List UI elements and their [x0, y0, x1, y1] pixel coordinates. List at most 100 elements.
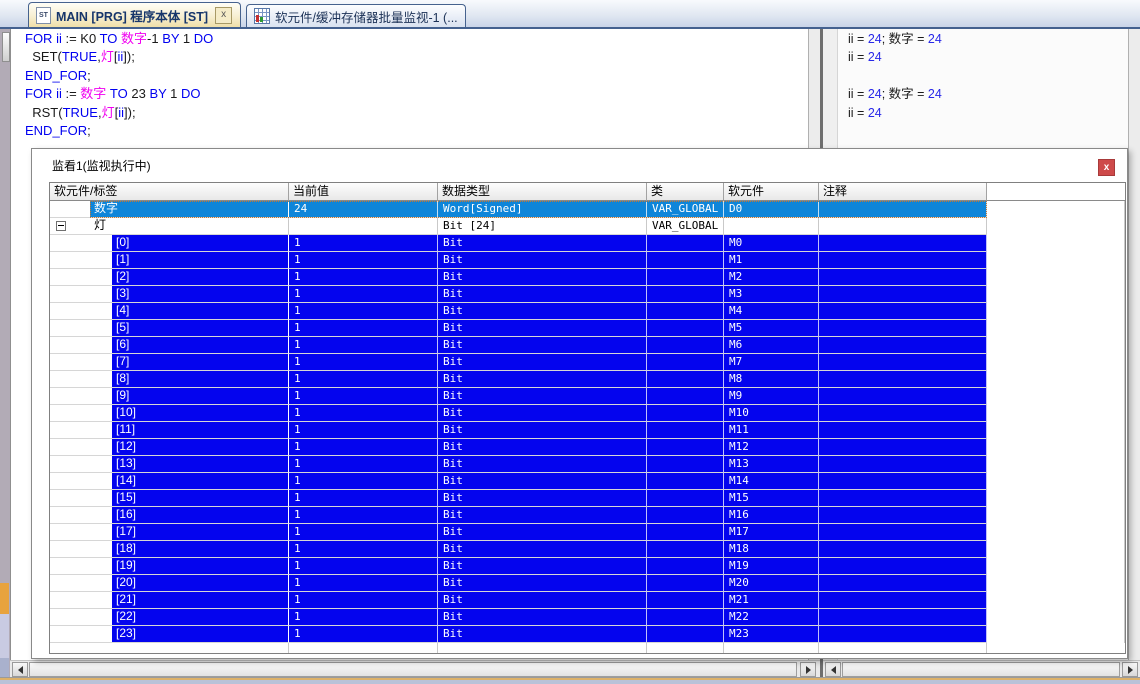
scrollbar-thumb[interactable]: [29, 662, 797, 677]
code-line: END_FOR;: [25, 67, 808, 85]
scroll-right-arrow-icon[interactable]: [800, 662, 816, 677]
class-cell: [647, 541, 724, 558]
device-cell: M19: [724, 558, 819, 575]
watch-row[interactable]: 灯Bit [24]VAR_GLOBAL: [50, 218, 1125, 235]
scrollbar-thumb[interactable]: [842, 662, 1120, 677]
watch-row[interactable]: [1]1BitM1: [50, 252, 1125, 269]
column-header[interactable]: 当前值: [289, 183, 438, 201]
current-value-cell: 1: [289, 439, 438, 456]
monitor-horizontal-scrollbar[interactable]: [823, 660, 1140, 677]
column-header[interactable]: 注释: [819, 183, 987, 201]
watch-row[interactable]: [2]1BitM2: [50, 269, 1125, 286]
class-cell: [647, 558, 724, 575]
watch-row[interactable]: [18]1BitM18: [50, 541, 1125, 558]
comment-cell: [819, 609, 987, 626]
watch-row[interactable]: [13]1BitM13: [50, 456, 1125, 473]
watch-row[interactable]: [16]1BitM16: [50, 507, 1125, 524]
watch-row[interactable]: [12]1BitM12: [50, 439, 1125, 456]
device-label-cell: [20]: [50, 575, 289, 592]
watch-row[interactable]: [0]1BitM0: [50, 235, 1125, 252]
column-header[interactable]: [987, 183, 1125, 201]
watch-row[interactable]: [4]1BitM4: [50, 303, 1125, 320]
watch-row[interactable]: 数字24Word[Signed]VAR_GLOBALD0: [50, 201, 1125, 218]
close-icon[interactable]: x: [1098, 159, 1115, 176]
watch-row[interactable]: [5]1BitM5: [50, 320, 1125, 337]
watch-row[interactable]: [23]1BitM23: [50, 626, 1125, 643]
watch-row[interactable]: [10]1BitM10: [50, 405, 1125, 422]
device-cell: [724, 218, 819, 235]
data-type-cell: Bit: [438, 575, 647, 592]
current-value-cell: 1: [289, 490, 438, 507]
column-header[interactable]: 软元件: [724, 183, 819, 201]
device-cell: M10: [724, 405, 819, 422]
current-value-cell: 1: [289, 354, 438, 371]
device-label-cell: [17]: [50, 524, 289, 541]
class-cell: [647, 320, 724, 337]
column-header[interactable]: 类: [647, 183, 724, 201]
data-type-cell: Bit: [438, 337, 647, 354]
data-type-cell: Word[Signed]: [438, 201, 647, 218]
current-value-cell: 1: [289, 286, 438, 303]
data-type-cell: Bit: [438, 422, 647, 439]
device-cell: M4: [724, 303, 819, 320]
watch-row[interactable]: [20]1BitM20: [50, 575, 1125, 592]
editor-horizontal-scrollbar[interactable]: [10, 660, 820, 677]
current-value-cell: 1: [289, 473, 438, 490]
comment-cell: [819, 218, 987, 235]
device-label-cell: [19]: [50, 558, 289, 575]
watch-row[interactable]: [22]1BitM22: [50, 609, 1125, 626]
monitor-line: ii = 24; 数字 = 24: [848, 85, 1128, 103]
watch-row[interactable]: [15]1BitM15: [50, 490, 1125, 507]
class-cell: [647, 524, 724, 541]
class-cell: [647, 592, 724, 609]
scroll-left-arrow-icon[interactable]: [825, 662, 841, 677]
monitor-line: ii = 24: [848, 104, 1128, 122]
monitor-vertical-scrollbar[interactable]: [1128, 29, 1140, 660]
tab-device-batch-monitor[interactable]: 软元件/缓冲存储器批量监视-1 (...: [246, 4, 466, 27]
watch-row[interactable]: [9]1BitM9: [50, 388, 1125, 405]
column-header[interactable]: 数据类型: [438, 183, 647, 201]
current-value-cell: 1: [289, 592, 438, 609]
close-icon[interactable]: x: [215, 7, 232, 24]
watch-row[interactable]: [14]1BitM14: [50, 473, 1125, 490]
watch-row[interactable]: [7]1BitM7: [50, 354, 1125, 371]
monitor-line: [848, 67, 1128, 85]
dock-splitter-handle[interactable]: [2, 32, 10, 62]
device-cell: M11: [724, 422, 819, 439]
watch-row[interactable]: [11]1BitM11: [50, 422, 1125, 439]
device-cell: M23: [724, 626, 819, 643]
watch-row[interactable]: [8]1BitM8: [50, 371, 1125, 388]
current-value-cell: 1: [289, 388, 438, 405]
tab-main-program-st[interactable]: ST MAIN [PRG] 程序本体 [ST] x: [28, 2, 241, 27]
column-header[interactable]: 软元件/标签: [50, 183, 289, 201]
class-cell: [647, 473, 724, 490]
data-type-cell: Bit: [438, 439, 647, 456]
device-label-cell: [23]: [50, 626, 289, 643]
comment-cell: [819, 269, 987, 286]
data-type-cell: Bit: [438, 286, 647, 303]
watch-row[interactable]: [19]1Bit M19: [50, 558, 1125, 575]
watch-row[interactable]: [6]1BitM6: [50, 337, 1125, 354]
watch-row[interactable]: [17]1BitM17: [50, 524, 1125, 541]
watch-row[interactable]: [21]1BitM21: [50, 592, 1125, 609]
current-value-cell: 1: [289, 252, 438, 269]
device-cell: M2: [724, 269, 819, 286]
st-code-lines: FOR ii := K0 TO 数字-1 BY 1 DO SET(TRUE,灯[…: [11, 29, 808, 140]
document-tab-bar: ST MAIN [PRG] 程序本体 [ST] x 软元件/缓冲存储器批量监视-…: [0, 0, 1140, 29]
current-value-cell: 1: [289, 541, 438, 558]
class-cell: [647, 490, 724, 507]
data-type-cell: Bit: [438, 558, 647, 575]
device-cell: M21: [724, 592, 819, 609]
empty-cell: [987, 626, 1125, 643]
background-artifact: [0, 614, 9, 658]
current-value-cell: 1: [289, 558, 438, 575]
device-label-cell: [3]: [50, 286, 289, 303]
scroll-right-arrow-icon[interactable]: [1122, 662, 1138, 677]
device-cell: D0: [724, 201, 819, 218]
device-label-cell: [11]: [50, 422, 289, 439]
collapse-expander-icon[interactable]: [56, 221, 66, 231]
scroll-left-arrow-icon[interactable]: [12, 662, 28, 677]
watch-row[interactable]: [3]1BitM3: [50, 286, 1125, 303]
empty-cell: [987, 286, 1125, 303]
device-cell: M18: [724, 541, 819, 558]
